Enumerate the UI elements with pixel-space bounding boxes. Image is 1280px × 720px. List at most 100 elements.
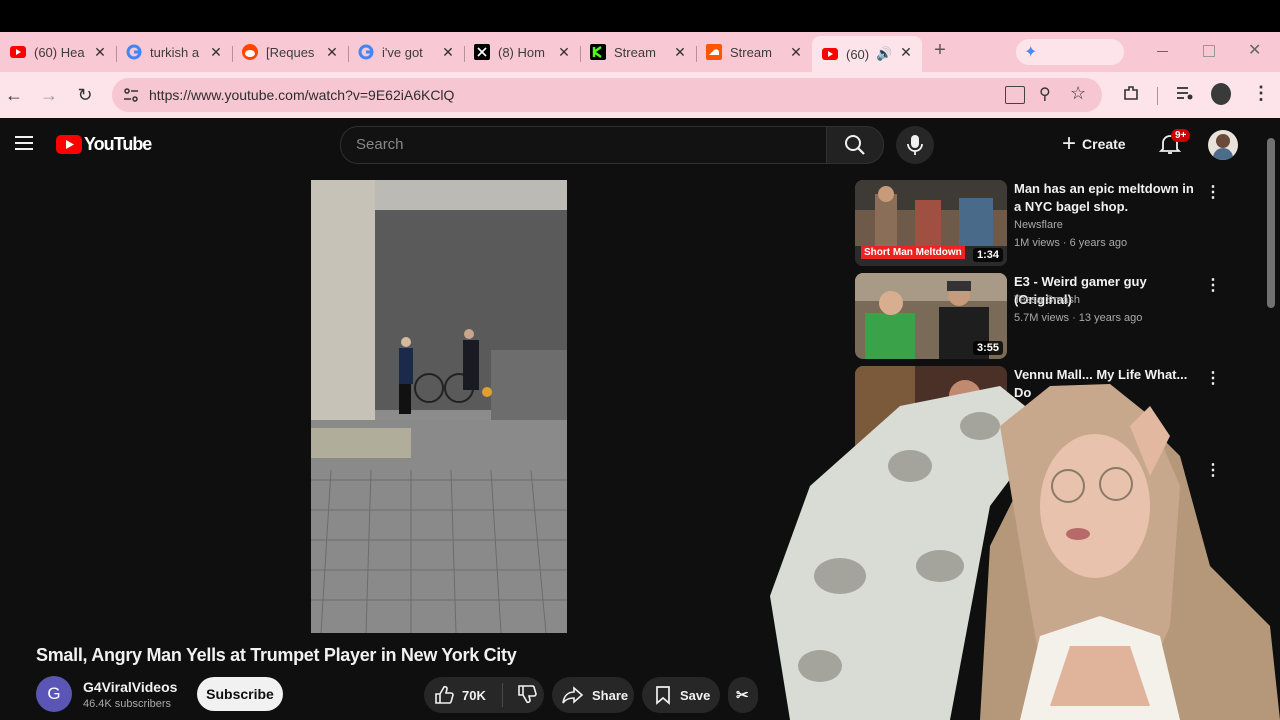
close-icon[interactable]: ✕ xyxy=(672,44,688,60)
bookmark-icon xyxy=(656,686,670,705)
search-button[interactable] xyxy=(826,126,884,164)
channel-name[interactable]: G4ViralVideos xyxy=(83,679,177,695)
tab-title: (8) Hom xyxy=(498,44,545,60)
share-button[interactable]: Share xyxy=(552,677,634,713)
webcam-image xyxy=(770,384,1280,720)
recommendation-channel[interactable]: Newsflare xyxy=(1014,219,1063,231)
search-input[interactable]: Search xyxy=(340,126,827,164)
kick-icon xyxy=(590,44,606,60)
recommendation-title[interactable]: Man has an epic meltdown in a NYC bagel … xyxy=(1014,180,1194,216)
tab-title: i've got xyxy=(382,44,423,60)
speaker-icon[interactable]: 🔊 xyxy=(876,46,892,62)
gemini-button[interactable]: ✦ xyxy=(1016,39,1124,65)
browser-tabstrip: (60) Hea ✕ turkish a ✕ [Reques ✕ i've go… xyxy=(0,32,1280,72)
recommendation-thumbnail[interactable]: Short Man Meltdown 1:34 xyxy=(855,180,1007,266)
like-button[interactable]: 70K xyxy=(424,685,502,705)
forward-button[interactable]: → xyxy=(37,83,61,107)
channel-avatar[interactable]: G xyxy=(36,676,72,712)
back-button[interactable]: ← xyxy=(2,83,26,107)
close-icon[interactable]: ✕ xyxy=(898,44,914,60)
profile-avatar[interactable] xyxy=(1211,83,1231,105)
tab-soundcloud[interactable]: Stream ✕ xyxy=(696,36,812,68)
tab-title: Stream xyxy=(730,44,772,60)
notifications-button[interactable]: 9+ xyxy=(1158,129,1191,158)
close-icon[interactable]: ✕ xyxy=(788,44,804,60)
close-icon[interactable]: ✕ xyxy=(440,44,456,60)
tab-youtube-active[interactable]: (60) 🔊 ✕ xyxy=(812,36,922,72)
minimize-button[interactable] xyxy=(1155,40,1171,60)
scissors-icon: ✂ xyxy=(736,687,749,704)
tab-title: (60) xyxy=(846,46,870,62)
reload-button[interactable]: ↻ xyxy=(73,83,97,107)
media-controls-icon[interactable] xyxy=(1176,85,1194,101)
share-icon xyxy=(562,686,584,704)
bookmark-star-icon[interactable]: ☆ xyxy=(1070,83,1086,104)
close-icon[interactable]: ✕ xyxy=(92,44,108,60)
tab-kick[interactable]: Stream ✕ xyxy=(580,36,696,68)
more-options-icon[interactable]: ⋮ xyxy=(1205,275,1221,295)
notification-badge: 9+ xyxy=(1171,129,1191,142)
recommendation-item[interactable]: 3:55 E3 - Weird gamer guy (Original) Tes… xyxy=(855,273,1275,359)
create-label: Create xyxy=(1082,136,1126,152)
zoom-icon[interactable]: ⚲ xyxy=(1039,84,1051,104)
screen-top-bar xyxy=(0,0,1280,32)
save-label: Save xyxy=(680,687,711,703)
youtube-page: YouTube Search + Create 9+ Small, Angry … xyxy=(0,118,1280,720)
close-icon[interactable]: ✕ xyxy=(556,44,572,60)
tab-youtube-1[interactable]: (60) Hea ✕ xyxy=(0,36,116,68)
scrollbar-thumb[interactable] xyxy=(1267,138,1275,308)
youtube-icon xyxy=(822,46,838,62)
plus-icon: + xyxy=(1062,130,1077,157)
install-app-icon[interactable] xyxy=(1005,86,1025,104)
share-label: Share xyxy=(592,687,629,703)
subscriber-count: 46.4K subscribers xyxy=(83,698,172,710)
url-text: https://www.youtube.com/watch?v=9E62iA6K… xyxy=(149,87,455,103)
more-options-icon[interactable]: ⋮ xyxy=(1205,182,1221,202)
tab-google-2[interactable]: i've got ✕ xyxy=(348,36,464,68)
thumbs-down-icon xyxy=(518,684,537,703)
tab-google-1[interactable]: turkish a ✕ xyxy=(116,36,232,68)
tab-title: (60) Hea xyxy=(34,44,85,60)
restore-button[interactable] xyxy=(1203,45,1215,57)
hamburger-menu-icon[interactable] xyxy=(15,136,33,150)
recommendation-thumbnail[interactable]: 3:55 xyxy=(855,273,1007,359)
tab-title: turkish a xyxy=(150,44,200,60)
voice-search-button[interactable] xyxy=(896,126,934,164)
browser-toolbar: ← → ↻ https://www.youtube.com/watch?v=9E… xyxy=(0,72,1280,118)
dislike-button[interactable] xyxy=(503,684,537,707)
close-icon[interactable]: ✕ xyxy=(208,44,224,60)
video-title: Small, Angry Man Yells at Trumpet Player… xyxy=(36,645,517,665)
browser-menu-icon[interactable]: ⋮ xyxy=(1252,83,1270,104)
subscribe-button[interactable]: Subscribe xyxy=(197,677,283,711)
reddit-icon xyxy=(242,44,258,60)
new-tab-button[interactable]: + xyxy=(930,40,950,60)
tab-title: Stream xyxy=(614,44,656,60)
tab-x[interactable]: (8) Hom ✕ xyxy=(464,36,580,68)
close-window-button[interactable]: ✕ xyxy=(1248,40,1266,60)
address-bar[interactable]: https://www.youtube.com/watch?v=9E62iA6K… xyxy=(112,78,1102,112)
video-frame xyxy=(311,180,567,633)
like-dislike-group: 70K xyxy=(424,677,544,713)
extensions-icon[interactable] xyxy=(1122,84,1140,102)
x-logo-icon xyxy=(474,44,490,60)
tab-reddit[interactable]: [Reques ✕ xyxy=(232,36,348,68)
site-settings-icon[interactable] xyxy=(122,86,140,104)
recommendation-channel[interactable]: Tessa Smash xyxy=(1014,294,1080,306)
youtube-play-icon xyxy=(56,134,82,154)
video-player[interactable] xyxy=(311,180,567,633)
youtube-wordmark: YouTube xyxy=(84,133,152,154)
account-avatar[interactable] xyxy=(1208,130,1238,160)
recommendation-item[interactable]: Short Man Meltdown 1:34 Man has an epic … xyxy=(855,180,1275,266)
video-duration: 1:34 xyxy=(972,248,1003,262)
like-count: 70K xyxy=(462,687,486,703)
youtube-logo[interactable]: YouTube xyxy=(56,133,152,155)
create-button[interactable]: + Create xyxy=(1062,128,1126,160)
webcam-overlay xyxy=(750,366,1280,720)
save-button[interactable]: Save xyxy=(642,677,720,713)
microphone-icon xyxy=(907,135,923,155)
soundcloud-icon xyxy=(706,44,722,60)
recommendation-meta: 1M views · 6 years ago xyxy=(1014,237,1128,249)
search-placeholder: Search xyxy=(356,136,404,153)
thumbs-up-icon xyxy=(435,685,454,704)
close-icon[interactable]: ✕ xyxy=(324,44,340,60)
